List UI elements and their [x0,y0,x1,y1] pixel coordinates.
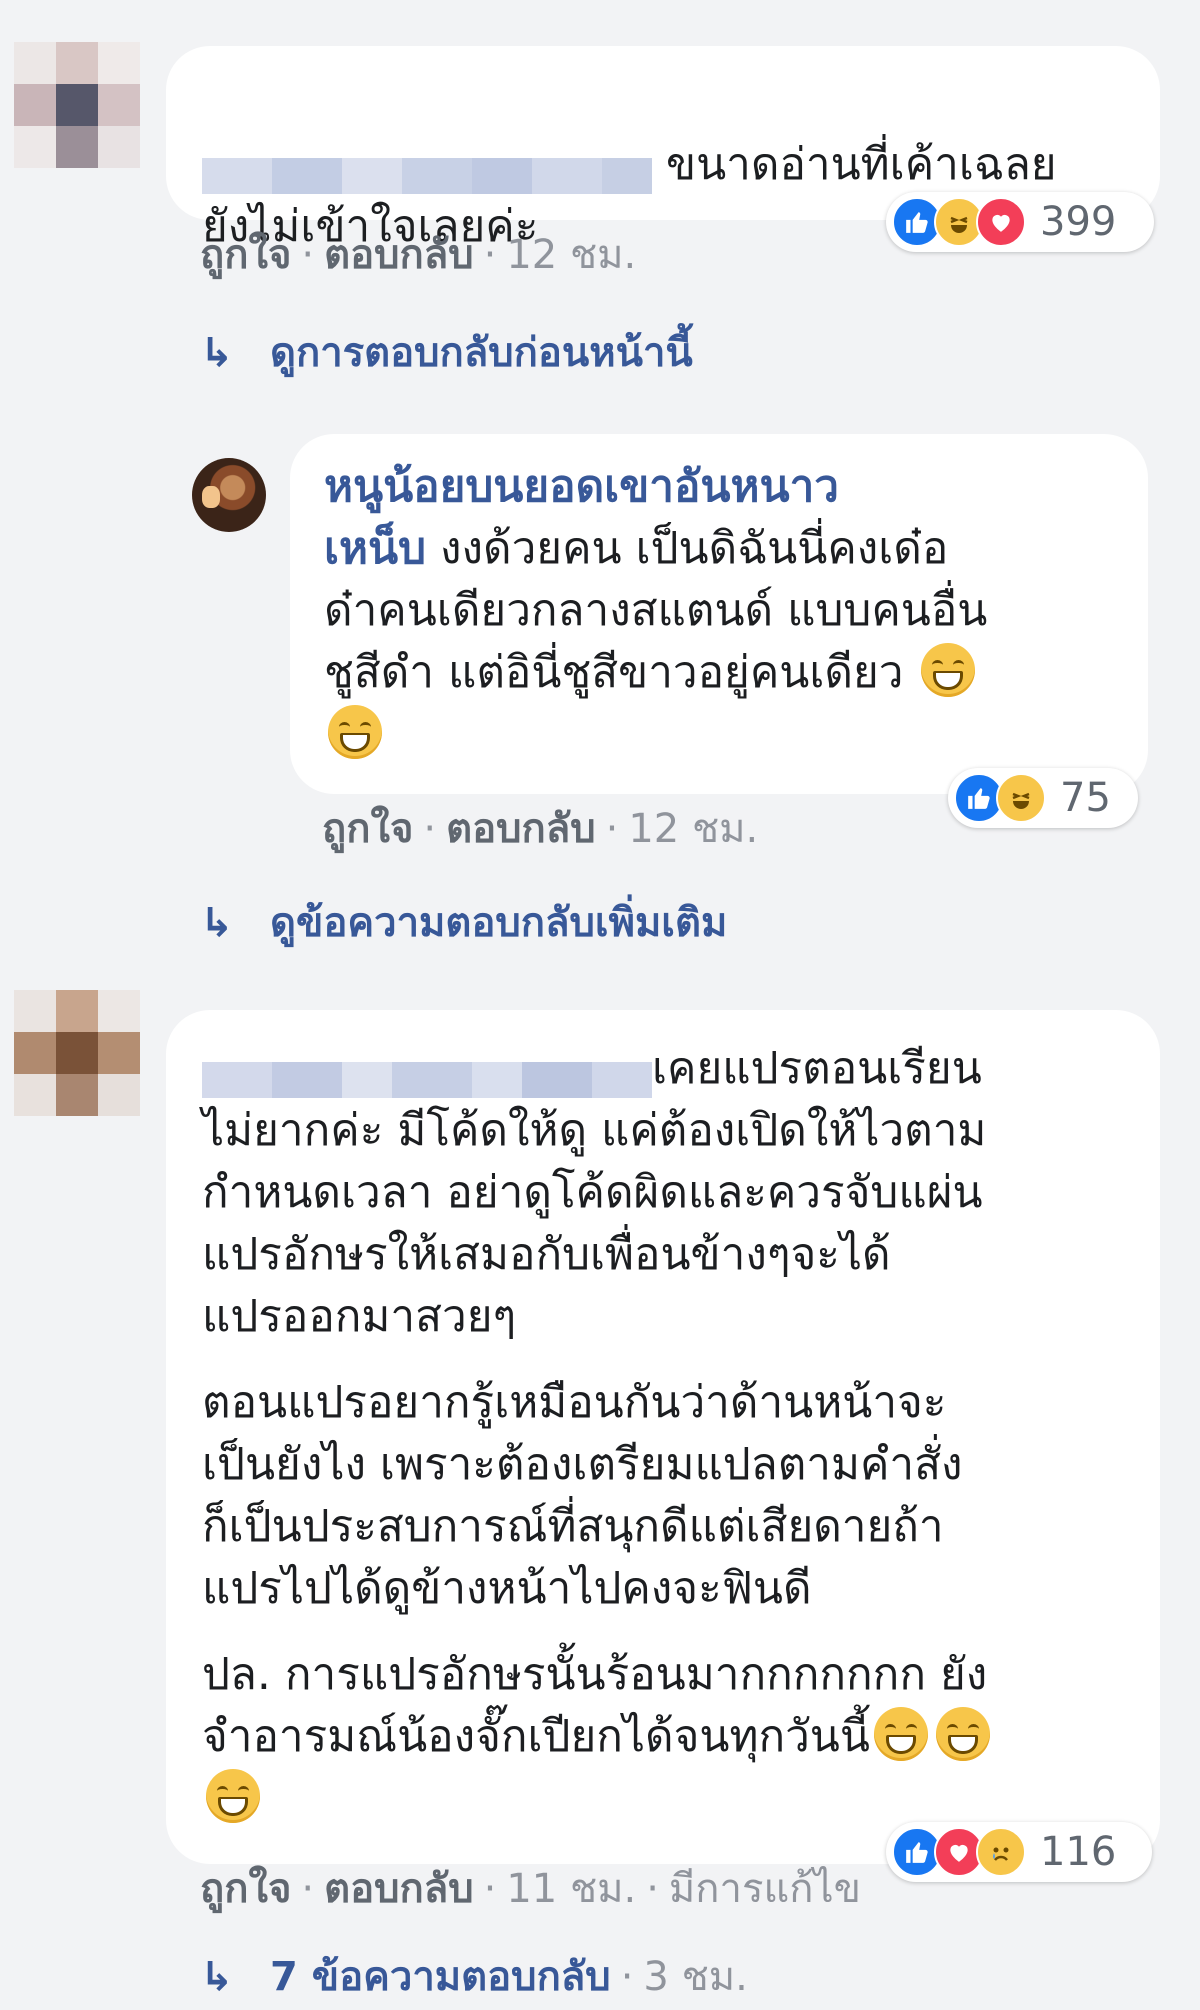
comment-text: เคยแปรตอนเรียน [202,1038,1120,1100]
author-name-blurred[interactable] [202,1053,652,1098]
reaction-count: 75 [1060,775,1111,821]
comment-text: ปล. การแปรอักษรนั้นร้อนมากกกกกกก ยัง [202,1649,988,1700]
comment-text: หนูน้อยบนยอดเขาอันหนาว [324,456,1118,518]
avatar[interactable] [14,990,140,1116]
timestamp[interactable]: 12 ชม. [506,232,636,278]
reactions-summary[interactable]: 399 [886,192,1154,252]
reactions-summary[interactable]: 116 [886,1822,1152,1882]
reply-link[interactable]: ตอบกลับ [324,232,474,278]
grinning-emoji-icon [935,1707,990,1761]
comment-text: ชูสีดำ แต่อินี่ชูสีขาวอยู่คนเดียว [324,642,1118,704]
comment-text: เป็นยังไง เพราะต้องเตรียมแปลตามคำสั่ง [202,1439,963,1490]
reply-link[interactable]: ตอบกลับ [324,1866,474,1912]
reactions-summary[interactable]: 75 [948,768,1138,828]
comment-text: แปรไปได้ดูข้างหน้าไปคงจะฟินดี [202,1563,812,1614]
reply-arrow-icon: ↳ [200,900,234,946]
sad-icon [976,1827,1026,1877]
grinning-emoji-icon [206,1769,260,1823]
author-name-blurred[interactable] [202,149,652,194]
like-link[interactable]: ถูกใจ [200,1866,291,1912]
reply-link[interactable]: ตอบกลับ [446,806,596,852]
reaction-count: 399 [1040,199,1117,245]
comment-bubble: หนูน้อยบนยอดเขาอันหนาว เหน็บ งงด้วยคน เป… [290,434,1148,794]
grinning-emoji-icon [873,1707,928,1761]
comment-text [202,1768,1120,1830]
reaction-count: 116 [1040,1829,1117,1875]
grinning-sweat-emoji-icon [328,705,382,759]
author-name[interactable]: หนูน้อยบนยอดเขาอันหนาว [324,461,839,512]
edited-link[interactable]: มีการแก้ไข [669,1866,861,1912]
reply-arrow-icon: ↳ [200,330,234,376]
author-name[interactable]: เหน็บ [324,523,426,574]
like-link[interactable]: ถูกใจ [322,806,413,852]
comment-actions: ถูกใจ · ตอบกลับ · 12 ชม. [200,232,637,278]
more-replies-link[interactable]: ↳ ดูข้อความตอบกลับเพิ่มเติม [200,890,727,954]
comment-text [324,704,1118,766]
comment-actions: ถูกใจ · ตอบกลับ · 12 ชม. [322,806,759,852]
timestamp[interactable]: 11 ชม. [506,1866,636,1912]
timestamp[interactable]: 3 ชม. [643,1954,747,2000]
avatar[interactable] [192,458,266,532]
view-previous-replies-link[interactable]: ↳ ดูการตอบกลับก่อนหน้านี้ [200,320,693,384]
love-icon [976,197,1026,247]
avatar[interactable] [14,42,140,168]
comment-text: แปรอักษรให้เสมอกับเพื่อนข้างๆจะได้ [202,1229,891,1280]
comment-text: ก็เป็นประสบการณ์ที่สนุกดีแต่เสียดายถ้า [202,1501,944,1552]
reply-arrow-icon: ↳ [200,1954,234,2000]
comment-text: จำอารมณ์น้องจั๊กเปียกได้จนทุกวันนี้ [202,1706,1120,1768]
like-link[interactable]: ถูกใจ [200,232,291,278]
comment-bubble: เคยแปรตอนเรียน ไม่ยากค่ะ มีโค้ดให้ดู แค่… [166,1010,1160,1864]
comment-text: กำหนดเวลา อย่าดูโค้ดผิดและควรจับแผ่น [202,1167,983,1218]
comment-text: ขนาดอ่านที่เค้าเฉลย [202,72,1120,196]
timestamp[interactable]: 12 ชม. [628,806,758,852]
comment-text: เหน็บ งงด้วยคน เป็นดิฉันนี่คงเด๋อ [324,523,949,574]
avatar-face-icon [202,486,220,508]
comment-text: ตอนแปรอยากรู้เหมือนกันว่าด้านหน้าจะ [202,1377,947,1428]
comment-text: ไม่ยากค่ะ มีโค้ดให้ดู แค่ต้องเปิดให้ไวตา… [202,1105,987,1156]
comment-text: ด๋าคนเดียวกลางสแตนด์ แบบคนอื่น [324,585,988,636]
haha-icon [996,773,1046,823]
view-replies-link[interactable]: ↳ 7 ข้อความตอบกลับ · 3 ชม. [200,1944,748,2008]
comment-actions: ถูกใจ · ตอบกลับ · 11 ชม. · มีการแก้ไข [200,1866,861,1912]
comment-text: แปรออกมาสวยๆ [202,1291,517,1342]
grinning-sweat-emoji-icon [921,643,976,697]
